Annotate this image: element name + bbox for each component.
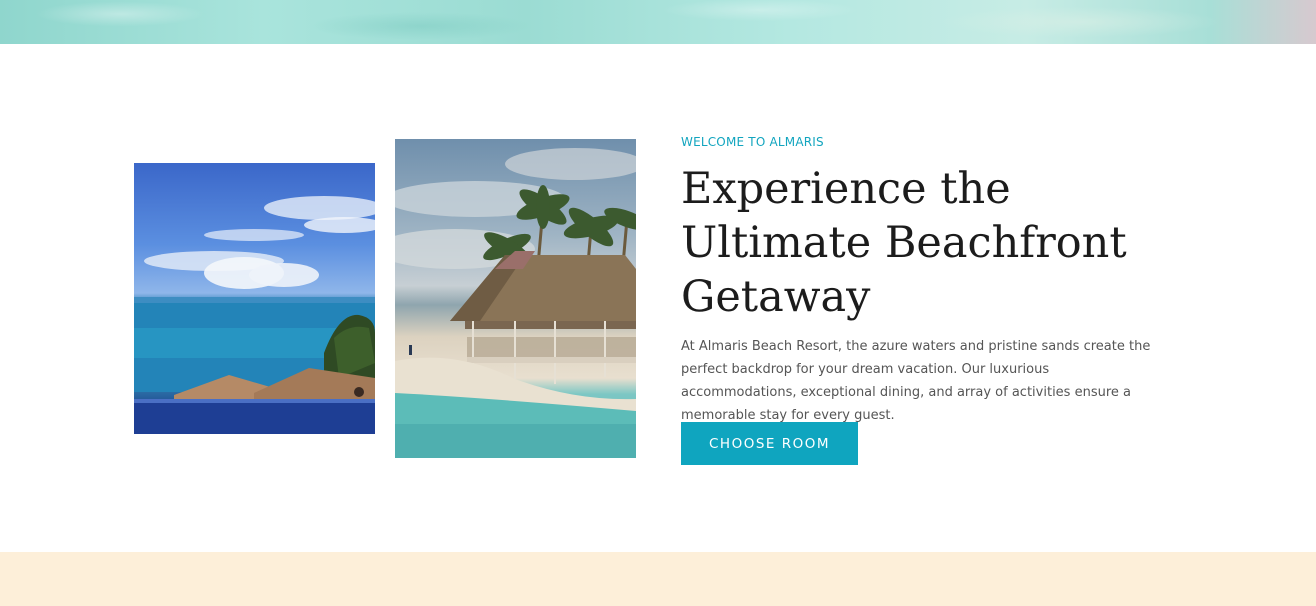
section-headline: Experience the Ultimate Beachfront Getaw… bbox=[681, 164, 1127, 322]
infinity-pool-ocean-photo bbox=[134, 163, 375, 434]
section-description: At Almaris Beach Resort, the azure water… bbox=[681, 339, 1151, 423]
beach-hut-photo bbox=[395, 139, 636, 458]
next-section-band bbox=[0, 552, 1316, 606]
decorative-water-banner bbox=[0, 0, 1316, 44]
choose-room-button[interactable]: CHOOSE ROOM bbox=[681, 422, 858, 465]
section-eyebrow: WELCOME TO ALMARIS bbox=[681, 135, 824, 149]
